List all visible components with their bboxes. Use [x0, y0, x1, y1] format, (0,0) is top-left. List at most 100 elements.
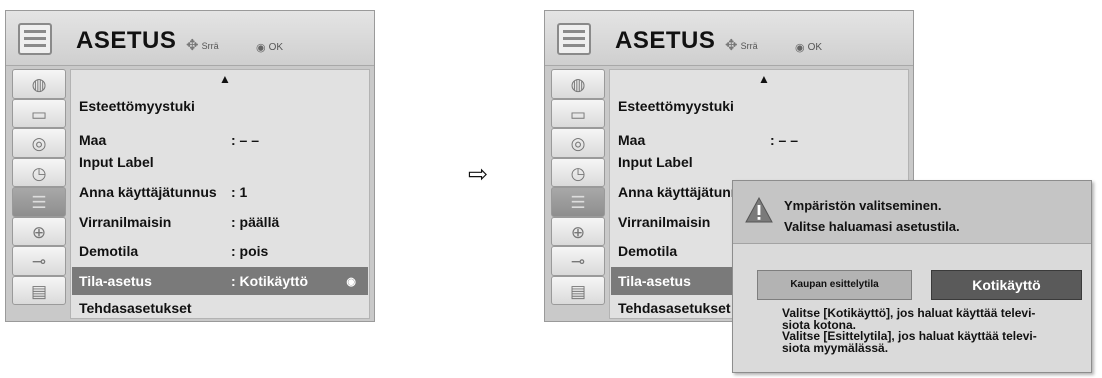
- menu-item-value: : 1: [231, 184, 248, 200]
- menu-item-value: : – –: [231, 132, 260, 148]
- store-demo-button[interactable]: Kaupan esittelytila: [757, 270, 912, 300]
- category-audio[interactable]: ◎: [551, 128, 605, 158]
- category-picture[interactable]: ▭: [12, 98, 66, 128]
- scroll-up-icon[interactable]: ▲: [758, 72, 770, 86]
- menu-item-label: Esteettömyystuki: [79, 98, 195, 114]
- ok-hint-label: OK: [268, 42, 284, 53]
- menu-item-label: Input Label: [79, 154, 154, 170]
- mode-selection-dialog: Ympäristön valitseminen. Valitse haluama…: [732, 180, 1092, 373]
- scroll-up-icon[interactable]: ▲: [219, 72, 231, 86]
- lock-icon: ⊕: [31, 222, 47, 242]
- dialog-title: Ympäristön valitseminen.: [784, 198, 942, 213]
- menu-item-factory-reset[interactable]: Tehdasasetukset: [618, 294, 731, 322]
- menu-item-input-label[interactable]: Input Label: [618, 148, 693, 176]
- dialog-help-text: Valitse [Kotikäyttö], jos haluat käyttää…: [782, 306, 1087, 355]
- help-line: Valitse [Esittelytila], jos haluat käytt…: [782, 329, 1037, 343]
- category-time[interactable]: ◷: [551, 157, 605, 187]
- menu-item-factory-reset[interactable]: Tehdasasetukset: [79, 294, 192, 322]
- navigation-hint-label: Srrä: [201, 41, 219, 51]
- menu-item-label: Demotila: [79, 243, 139, 259]
- ok-button-icon: ◉: [256, 42, 266, 54]
- menu-item-label: Tila-asetus: [79, 273, 152, 289]
- dialog-header: Ympäristön valitseminen. Valitse haluama…: [733, 181, 1091, 244]
- category-media[interactable]: ▤: [12, 275, 66, 305]
- menu-item-value: : pois: [231, 243, 269, 259]
- help-line: Valitse [Kotikäyttö], jos haluat käyttää…: [782, 306, 1036, 320]
- category-lock[interactable]: ⊕: [12, 216, 66, 246]
- ok-button-icon: ◉: [795, 42, 805, 54]
- monitor-icon: ▭: [569, 104, 587, 124]
- ok-select-icon: ◉: [346, 275, 356, 288]
- menu-item-input-label[interactable]: Input Label: [79, 148, 154, 176]
- navigation-hint: ✥ Srrä: [186, 37, 219, 54]
- ok-hint: ◉ OK: [795, 41, 822, 54]
- menu-item-label: Input Label: [618, 154, 693, 170]
- menu-item-label: Tehdasasetukset: [79, 300, 192, 316]
- settings-header-icon: [557, 23, 591, 55]
- settings-icon: ☰: [31, 193, 47, 212]
- menu-item-user-id[interactable]: Anna käyttäjätunnus : 1: [79, 178, 247, 206]
- category-input[interactable]: ⊸: [551, 246, 605, 276]
- menu-item-demo-mode[interactable]: Demotila : pois: [79, 237, 268, 265]
- warning-icon: [745, 197, 773, 223]
- lock-icon: ⊕: [570, 222, 586, 242]
- menu-item-mode-setting[interactable]: Tila-asetus: Kotikäyttö ◉: [72, 267, 368, 295]
- settings-menu-list: ▲ Esteettömyystuki Maa: – – Input Label …: [70, 69, 370, 319]
- menu-item-accessibility[interactable]: Esteettömyystuki: [618, 92, 734, 120]
- monitor-icon: ▭: [30, 104, 48, 124]
- category-media[interactable]: ▤: [551, 275, 605, 305]
- category-audio[interactable]: ◎: [12, 128, 66, 158]
- ok-hint: ◉ OK: [256, 41, 283, 54]
- category-input[interactable]: ⊸: [12, 246, 66, 276]
- home-use-button[interactable]: Kotikäyttö: [931, 270, 1082, 300]
- menu-item-label: Anna käyttäjätunnus: [79, 184, 217, 200]
- satellite-icon: ◍: [31, 75, 47, 94]
- menu-item-label: Demotila: [618, 243, 678, 259]
- category-channels[interactable]: ◍: [12, 69, 66, 99]
- speaker-icon: ◎: [570, 134, 586, 153]
- clapperboard-icon: ▤: [569, 281, 587, 301]
- speaker-icon: ◎: [31, 134, 47, 153]
- menu-title: ASETUS: [76, 27, 177, 54]
- category-lock[interactable]: ⊕: [551, 216, 605, 246]
- input-plug-icon: ⊸: [570, 252, 586, 271]
- clock-icon: ◷: [570, 163, 586, 183]
- settings-icon: ☰: [570, 193, 586, 212]
- category-picture[interactable]: ▭: [551, 98, 605, 128]
- menu-item-label: Virranilmaisin: [79, 214, 172, 230]
- menu-item-label: Maa: [618, 132, 646, 148]
- help-line: siota myymälässä.: [782, 340, 889, 355]
- menu-header: ASETUS ✥ Srrä ◉ OK: [6, 11, 374, 66]
- dialog-subtitle: Valitse haluamasi asetustila.: [784, 219, 960, 234]
- menu-item-value: : – –: [770, 132, 799, 148]
- category-time[interactable]: ◷: [12, 157, 66, 187]
- menu-item-accessibility[interactable]: Esteettömyystuki: [79, 92, 195, 120]
- menu-item-label: Virranilmaisin: [618, 214, 711, 230]
- satellite-icon: ◍: [570, 75, 586, 94]
- menu-header: ASETUS ✥ Srrä ◉ OK: [545, 11, 913, 66]
- category-icon-column: ◍ ▭ ◎ ◷ ☰ ⊕ ⊸ ▤: [551, 69, 605, 305]
- menu-item-power-indicator[interactable]: Virranilmaisin: [618, 208, 710, 236]
- menu-title: ASETUS: [615, 27, 716, 54]
- ok-hint-label: OK: [807, 42, 823, 53]
- dpad-icon: ✥: [725, 37, 738, 54]
- clapperboard-icon: ▤: [30, 281, 48, 301]
- menu-item-power-indicator[interactable]: Virranilmaisin : päällä: [79, 208, 279, 236]
- settings-header-icon: [18, 23, 52, 55]
- input-plug-icon: ⊸: [31, 252, 47, 271]
- settings-panel-before: ASETUS ✥ Srrä ◉ OK ◍ ▭ ◎ ◷ ☰ ⊕ ⊸ ▤ ▲ Est…: [5, 10, 375, 322]
- menu-item-label: Tila-asetus: [618, 273, 691, 289]
- category-setup[interactable]: ☰: [551, 187, 605, 217]
- menu-item-value: : päällä: [231, 214, 280, 230]
- navigation-hint: ✥ Srrä: [725, 37, 758, 54]
- arrow-right-icon: ⇨: [468, 161, 489, 188]
- navigation-hint-label: Srrä: [740, 41, 758, 51]
- category-setup[interactable]: ☰: [12, 187, 66, 217]
- menu-item-label: Maa: [79, 132, 107, 148]
- menu-item-label: Tehdasasetukset: [618, 300, 731, 316]
- menu-item-demo-mode[interactable]: Demotila: [618, 237, 677, 265]
- category-channels[interactable]: ◍: [551, 69, 605, 99]
- menu-item-label: Esteettömyystuki: [618, 98, 734, 114]
- category-icon-column: ◍ ▭ ◎ ◷ ☰ ⊕ ⊸ ▤: [12, 69, 66, 305]
- dpad-icon: ✥: [186, 37, 199, 54]
